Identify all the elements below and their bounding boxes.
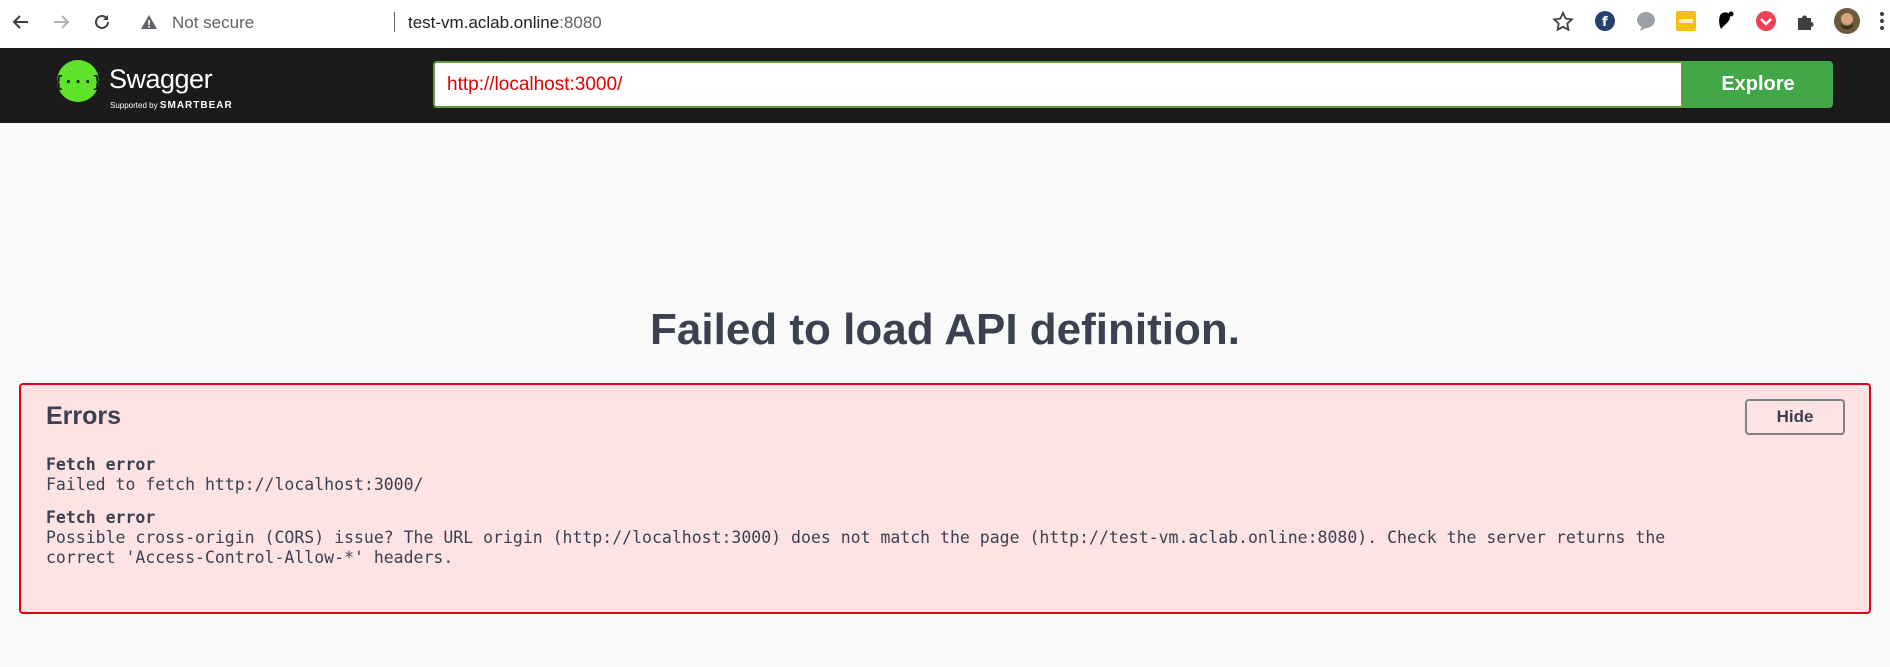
browser-toolbar: Not secure test-vm.aclab.online:8080 f (0, 0, 1890, 48)
definition-url-form: Explore (433, 61, 1833, 108)
gnome-extension-icon[interactable] (1715, 10, 1737, 32)
definition-url-input[interactable] (433, 61, 1683, 108)
reload-icon[interactable] (88, 8, 116, 36)
security-label[interactable]: Not secure (172, 13, 254, 33)
error-title: Fetch error (46, 508, 156, 527)
yellow-extension-icon[interactable] (1675, 10, 1697, 32)
page-title: Failed to load API definition. (650, 305, 1240, 354)
pocket-extension-icon[interactable] (1755, 10, 1777, 32)
star-icon[interactable] (1551, 10, 1575, 34)
address-bar[interactable]: Not secure test-vm.aclab.online:8080 (130, 4, 1575, 40)
error-item: Fetch error Possible cross-origin (CORS)… (46, 508, 1846, 568)
errors-panel: Errors Hide Fetch error Failed to fetch … (19, 383, 1871, 614)
url-host: test-vm.aclab.online (408, 13, 560, 32)
kebab-menu-icon[interactable] (1877, 10, 1887, 32)
back-icon[interactable] (7, 8, 35, 36)
profile-avatar[interactable] (1834, 8, 1860, 34)
url-port: :8080 (559, 13, 602, 32)
forward-icon[interactable] (47, 8, 75, 36)
swagger-topbar: {···} Swagger Supported by SMARTBEAR Exp… (0, 48, 1890, 123)
fedora-extension-icon[interactable]: f (1594, 10, 1616, 32)
puzzle-extensions-icon[interactable] (1795, 10, 1817, 32)
logo-name: Swagger (109, 64, 213, 94)
explore-button[interactable]: Explore (1683, 61, 1833, 108)
error-item: Fetch error Failed to fetch http://local… (46, 455, 1846, 495)
smartbear-brand: SMARTBEAR (159, 100, 233, 111)
swagger-logo[interactable]: {···} Swagger Supported by SMARTBEAR (54, 60, 247, 112)
errors-heading: Errors (46, 402, 122, 430)
error-title: Fetch error (46, 455, 156, 474)
address-url[interactable]: test-vm.aclab.online:8080 (408, 13, 602, 33)
error-message: Failed to fetch http://localhost:3000/ (46, 475, 424, 494)
separator (394, 12, 395, 32)
hide-button[interactable]: Hide (1745, 399, 1845, 435)
speech-bubble-extension-icon[interactable] (1635, 10, 1657, 32)
warning-icon[interactable] (140, 13, 158, 31)
logo-supported-by: Supported by SMARTBEAR (110, 100, 233, 111)
swagger-logo-icon: {···} (54, 60, 102, 102)
svg-text:f: f (1602, 15, 1608, 30)
error-message: Possible cross-origin (CORS) issue? The … (46, 528, 1666, 567)
supported-by-text: Supported by (110, 101, 158, 110)
